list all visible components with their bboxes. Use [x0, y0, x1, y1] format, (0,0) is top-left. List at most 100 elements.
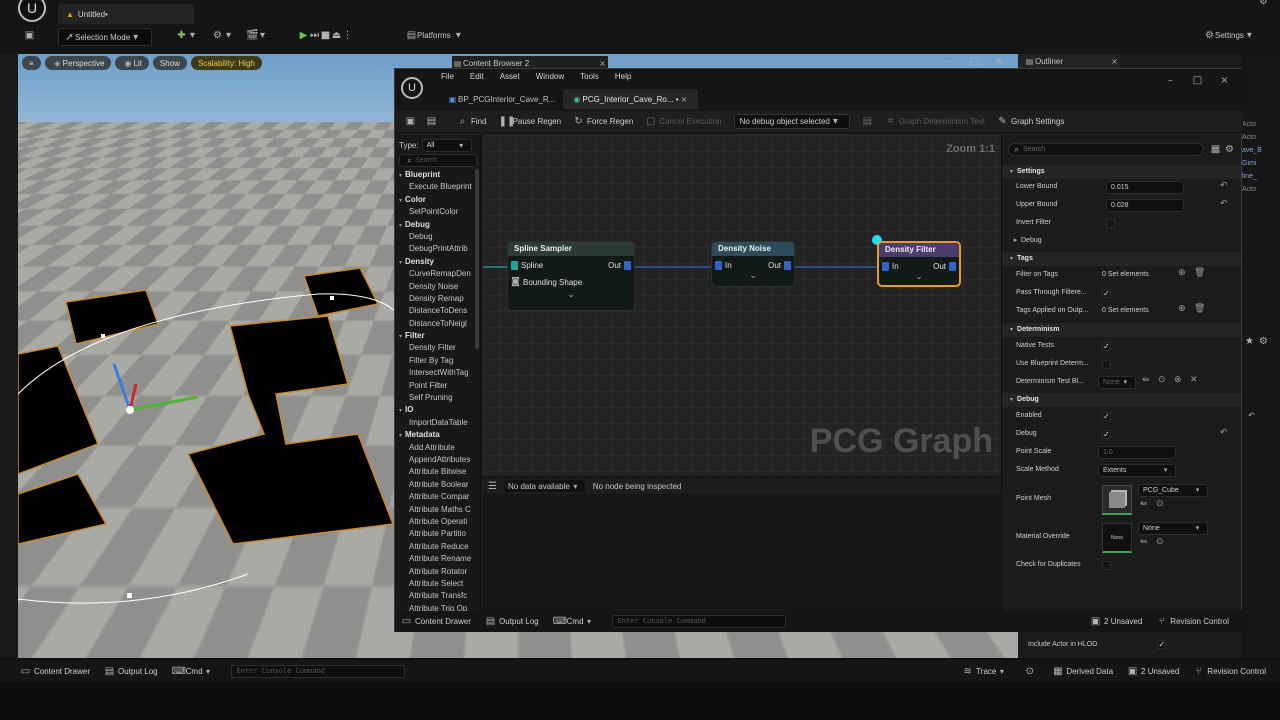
save-icon[interactable]: ▣ — [24, 30, 35, 41]
pin-icon[interactable] — [949, 262, 956, 271]
palette-item[interactable]: Execute Blueprint — [395, 181, 480, 193]
reset-icon[interactable]: ↶ — [1220, 428, 1228, 438]
more-icon[interactable]: ⋮ — [342, 30, 353, 41]
close-icon[interactable]: × — [1219, 75, 1230, 86]
minimize-icon[interactable]: – — [1165, 75, 1176, 86]
palette-item[interactable]: DebugPrintAttrib — [395, 243, 480, 255]
palette-category[interactable]: Blueprint — [395, 169, 480, 181]
gizmo-center[interactable] — [126, 406, 134, 414]
content-drawer-button[interactable]: ▭ Content Drawer — [401, 616, 471, 627]
palette-item[interactable]: ImportDataTable — [395, 417, 480, 429]
cancel-execution-button[interactable]: ▢ Cancel Execution — [645, 116, 722, 127]
debug-object-dropdown[interactable]: No debug object selected ▾ — [733, 114, 850, 129]
node-spline-sampler[interactable]: Spline Sampler Spline Out ◙ Bounding Sha… — [507, 241, 635, 311]
menu-window[interactable]: Window — [536, 72, 564, 81]
palette-item[interactable]: Filter By Tag — [395, 355, 480, 367]
use-selected-icon[interactable]: ⇚ — [1142, 375, 1150, 385]
eject-icon[interactable]: ⏏ — [331, 30, 342, 41]
palette-item[interactable]: Attribute Bitwise — [395, 466, 480, 478]
section-tags[interactable]: Tags — [1002, 252, 1241, 266]
expand-chevron-icon[interactable]: ⌄ — [748, 271, 759, 282]
palette-item[interactable]: Attribute Rotator — [395, 566, 480, 578]
enabled-checkbox[interactable]: ✓ — [1102, 412, 1111, 421]
pin-icon[interactable] — [784, 261, 791, 270]
menu-tools[interactable]: Tools — [580, 72, 599, 81]
invert-filter-checkbox[interactable] — [1106, 219, 1115, 228]
maximize-icon[interactable]: □ — [969, 56, 980, 67]
add-actor-button[interactable]: ✚ ▾ — [176, 30, 198, 41]
type-dropdown[interactable]: All ▾ — [421, 138, 472, 152]
pin-icon[interactable] — [624, 261, 631, 270]
palette-item[interactable]: Attribute Select — [395, 578, 480, 590]
palette-item[interactable]: SetPointColor — [395, 206, 480, 218]
use-bp-determinism-checkbox[interactable] — [1102, 360, 1111, 369]
find-button[interactable]: ⌕ Find — [457, 116, 487, 127]
add-icon[interactable]: ⊕ — [1178, 304, 1186, 314]
palette-search-input[interactable]: ⌕ Search — [399, 154, 477, 167]
play-icon[interactable]: ▶ — [298, 30, 309, 41]
material-dropdown[interactable]: None ▾ — [1138, 522, 1208, 535]
unsaved-button[interactable]: ▣ 2 Unsaved — [1127, 666, 1179, 677]
palette-item[interactable]: Attribute Boolear — [395, 479, 480, 491]
browse-icon[interactable]: ▤ — [426, 116, 437, 127]
gear-icon[interactable]: ⚙ — [1258, 336, 1269, 347]
menu-edit[interactable]: Edit — [470, 72, 484, 81]
show-button[interactable]: Show — [152, 56, 187, 70]
pause-regen-button[interactable]: ❚❚ Pause Regen — [499, 116, 561, 127]
section-determinism[interactable]: Determinism — [1002, 323, 1241, 337]
upper-bound-input[interactable]: 0.028 — [1106, 199, 1184, 212]
output-log-button[interactable]: ▤ Output Log — [104, 666, 158, 677]
console-input[interactable]: Enter Console Command — [611, 615, 786, 628]
pass-through-checkbox[interactable]: ✓ — [1102, 289, 1111, 298]
cmd-dropdown[interactable]: ⌨ Cmd ▾ — [553, 616, 598, 627]
palette-category[interactable]: Debug — [395, 219, 480, 231]
determinism-test-button[interactable]: ⌗ Graph Determinism Test — [885, 116, 985, 127]
pin-row[interactable]: In Out — [712, 261, 794, 270]
close-icon[interactable]: × — [597, 58, 608, 69]
debug-browse-icon[interactable]: ▤ — [862, 116, 873, 127]
check-duplicates-checkbox[interactable] — [1102, 561, 1111, 570]
expand-chevron-icon[interactable]: ⌄ — [566, 290, 577, 301]
palette-item[interactable]: Attribute Operati — [395, 516, 480, 528]
browse-icon[interactable]: ⊙ — [1158, 375, 1166, 385]
content-drawer-button[interactable]: ▭ Content Drawer — [20, 666, 90, 677]
viewport-menu-button[interactable]: ≡ — [22, 56, 41, 70]
palette-item[interactable]: Attribute Compar — [395, 491, 480, 503]
gizmo-y-axis[interactable] — [129, 395, 199, 412]
expand-chevron-icon[interactable]: ⌄ — [914, 272, 925, 283]
palette-category[interactable]: Filter — [395, 330, 480, 342]
palette-category[interactable]: Color — [395, 194, 480, 206]
point-mesh-thumbnail[interactable] — [1102, 485, 1132, 515]
reset-icon[interactable]: ↶ — [1220, 181, 1228, 191]
include-actor-checkbox[interactable]: ✓ — [1157, 640, 1167, 649]
lit-button[interactable]: ◉ Lit — [115, 56, 149, 70]
platforms-button[interactable]: ▤ Platforms ▾ — [406, 30, 464, 41]
revision-control-button[interactable]: ⑂ Revision Control — [1156, 616, 1229, 627]
inspect-data-dropdown[interactable]: No data available ▾ — [504, 480, 585, 492]
gizmo-z-axis[interactable] — [112, 363, 132, 411]
tab-blueprint[interactable]: ▣ BP_PCGInterior_Cave_R... — [439, 89, 563, 109]
debug-subsection[interactable]: ▸ Debug — [1010, 235, 1042, 247]
menu-help[interactable]: Help — [615, 72, 631, 81]
browse-icon[interactable]: ⊙ — [1156, 499, 1164, 509]
gizmo-x-axis[interactable] — [128, 383, 138, 411]
close-icon[interactable]: ✕ — [1190, 375, 1198, 385]
menu-file[interactable]: File — [441, 72, 454, 81]
palette-item[interactable]: Attribute Maths C — [395, 504, 480, 516]
console-input[interactable]: Enter Console Command — [230, 664, 405, 678]
cmd-dropdown[interactable]: ⌨ Cmd ▾ — [172, 666, 217, 677]
clear-icon[interactable]: ⊗ — [1174, 375, 1182, 385]
pcg-graph-canvas[interactable]: Zoom 1:1 PCG Graph Spline Sampler Spline… — [483, 135, 1001, 475]
native-tests-checkbox[interactable]: ✓ — [1102, 342, 1111, 351]
unsaved-button[interactable]: ▣ 2 Unsaved — [1090, 616, 1142, 627]
palette-item[interactable]: IntersectWithTag — [395, 367, 480, 379]
palette-item[interactable]: Self Pruning — [395, 392, 480, 404]
close-icon[interactable]: × — [994, 56, 1005, 67]
close-icon[interactable]: × — [679, 94, 690, 105]
pin-row[interactable]: In Out — [879, 262, 959, 271]
revision-control-button[interactable]: ⑂ Revision Control — [1193, 666, 1266, 677]
menu-asset[interactable]: Asset — [500, 72, 520, 81]
force-regen-button[interactable]: ↻ Force Regen — [573, 116, 633, 127]
point-scale-input[interactable]: 1.0 — [1098, 446, 1176, 459]
record-icon[interactable]: ⊙ — [1024, 666, 1038, 677]
